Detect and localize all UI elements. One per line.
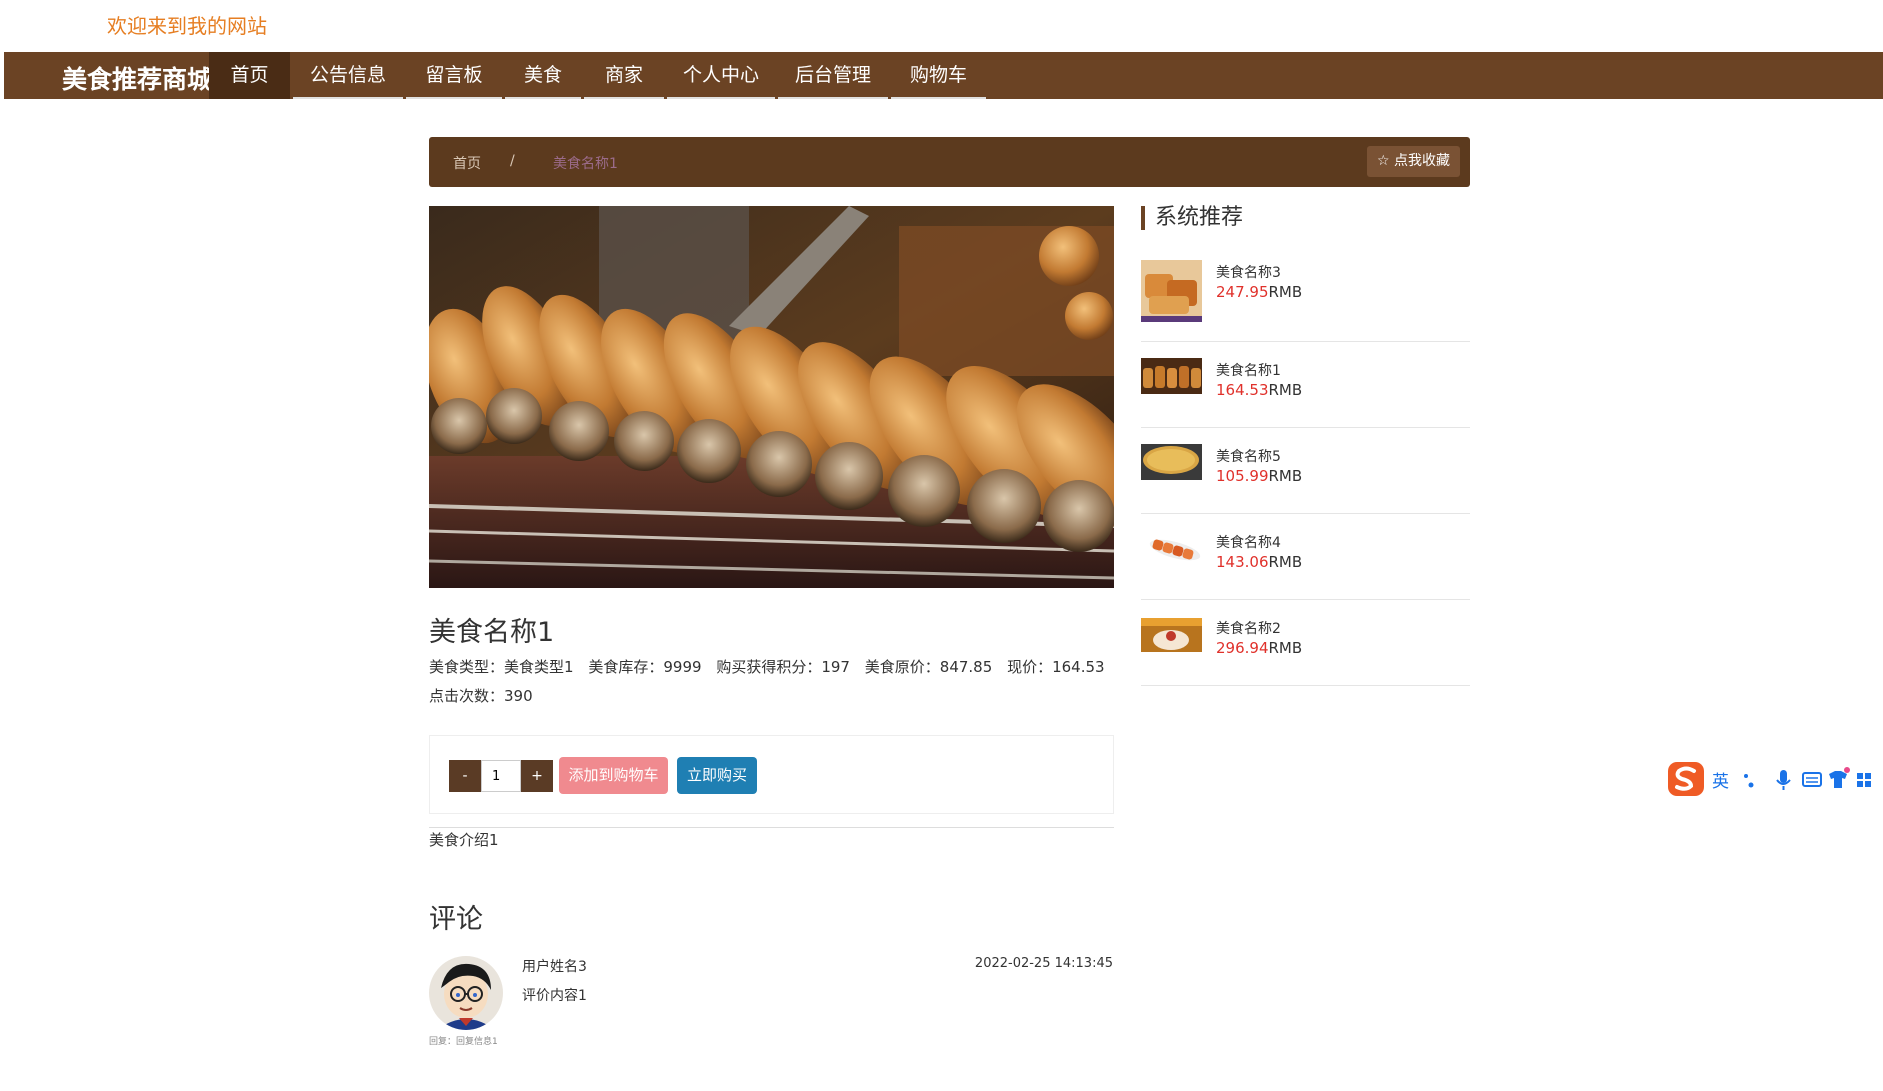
nav-item-personal-center[interactable]: 个人中心 [667, 52, 775, 99]
quantity-plus-button[interactable]: + [521, 760, 553, 792]
avatar [429, 956, 503, 1030]
recommend-item-name: 美食名称1 [1216, 363, 1281, 379]
quantity-input[interactable] [481, 760, 521, 792]
recommend-thumbnail [1141, 358, 1202, 394]
nav-item-food[interactable]: 美食 [505, 52, 581, 99]
attr-points: 购买获得积分：197 [716, 658, 850, 676]
ime-toolbar: 英 [1666, 760, 1883, 800]
recommend-item-price: 164.53RMB [1216, 381, 1303, 399]
attr-original-price: 美食原价：847.85 [864, 658, 993, 676]
microphone-icon [1776, 770, 1791, 790]
product-description: 美食介绍1 [429, 831, 499, 849]
comment-content: 评价内容1 [522, 988, 587, 1004]
recommend-item-price: 105.99RMB [1216, 467, 1303, 485]
recommend-item-price: 247.95RMB [1216, 283, 1303, 301]
buy-now-button[interactable]: 立即购买 [677, 757, 757, 794]
breadcrumb-current: 美食名称1 [553, 156, 618, 172]
recommend-item[interactable]: 美食名称3 247.95RMB [1141, 258, 1470, 342]
nav-item-home[interactable]: 首页 [209, 52, 290, 99]
recommend-item-price: 143.06RMB [1216, 553, 1303, 571]
attr-clicks: 点击次数：390 [429, 687, 533, 705]
attr-current-price: 现价：164.53 [1007, 658, 1105, 676]
comment-username: 用户姓名3 [522, 959, 587, 975]
comment-timestamp: 2022-02-25 14:13:45 [974, 956, 1113, 971]
recommend-item[interactable]: 美食名称1 164.53RMB [1141, 342, 1470, 428]
recommend-thumbnail [1141, 530, 1202, 566]
attr-stock: 美食库存：9999 [588, 658, 702, 676]
keyboard-icon [1802, 772, 1822, 787]
add-to-cart-button[interactable]: 添加到购物车 [559, 757, 668, 794]
recommend-item-name: 美食名称4 [1216, 535, 1281, 551]
recommend-item-price: 296.94RMB [1216, 639, 1303, 657]
breadcrumb-home-link[interactable]: 首页 [453, 153, 481, 173]
recommend-item[interactable]: 美食名称5 105.99RMB [1141, 428, 1470, 514]
sogou-logo-icon [1668, 762, 1704, 796]
navbar: 美食推荐商城 首页 公告信息 留言板 美食 商家 个人中心 后台管理 购物车 [4, 52, 1883, 99]
breadcrumb-separator: / [510, 153, 515, 169]
page: 欢迎来到我的网站 美食推荐商城 首页 公告信息 留言板 美食 商家 个人中心 后… [0, 0, 1883, 1091]
toolbox-icon [1857, 773, 1871, 787]
attr-type: 美食类型：美食类型1 [429, 658, 574, 676]
divider [429, 827, 1114, 828]
recommend-title: 系统推荐 [1141, 206, 1243, 230]
welcome-text: 欢迎来到我的网站 [107, 14, 267, 38]
nav-item-merchants[interactable]: 商家 [584, 52, 664, 99]
recommend-thumbnail [1141, 444, 1202, 480]
site-brand[interactable]: 美食推荐商城 [62, 60, 212, 96]
nav-item-cart[interactable]: 购物车 [891, 52, 986, 99]
purchase-box: - + 添加到购物车 立即购买 [429, 735, 1114, 814]
breadcrumb: 首页 / 美食名称1 ☆ 点我收藏 [429, 137, 1470, 187]
recommend-thumbnail [1141, 260, 1202, 322]
recommend-item-name: 美食名称2 [1216, 621, 1281, 637]
nav-item-announcements[interactable]: 公告信息 [293, 52, 403, 99]
recommend-item[interactable]: 美食名称4 143.06RMB [1141, 514, 1470, 600]
product-title: 美食名称1 [429, 617, 555, 648]
comment-reply: 回复：回复信息1 [429, 1037, 498, 1047]
recommend-item-name: 美食名称5 [1216, 449, 1281, 465]
product-image [429, 206, 1114, 588]
recommend-item[interactable]: 美食名称2 296.94RMB [1141, 600, 1470, 686]
recommend-thumbnail [1141, 618, 1202, 652]
favorite-button[interactable]: ☆ 点我收藏 [1366, 146, 1460, 177]
quantity-minus-button[interactable]: - [449, 760, 481, 792]
ime-language-label: 英 [1712, 772, 1729, 792]
recommend-item-name: 美食名称3 [1216, 265, 1281, 281]
nav-item-admin[interactable]: 后台管理 [778, 52, 888, 99]
comments-title: 评论 [429, 904, 483, 935]
skin-icon [1829, 767, 1850, 788]
product-attributes: 美食类型：美食类型1 美食库存：9999 购买获得积分：197 美食原价：847… [429, 653, 1119, 711]
punctuation-icon [1744, 774, 1754, 788]
nav-item-message-board[interactable]: 留言板 [406, 52, 502, 99]
